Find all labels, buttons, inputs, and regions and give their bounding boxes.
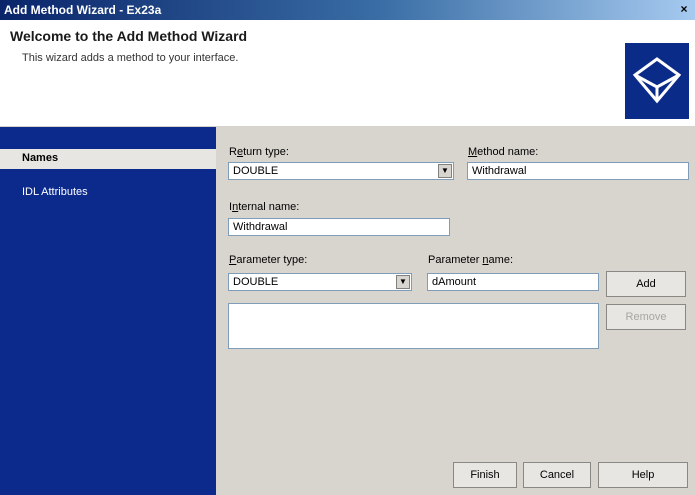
cube-wireframe-icon [625, 43, 689, 119]
parameter-type-combo[interactable]: DOUBLE ▼ [228, 273, 412, 291]
sidebar-item-label: IDL Attributes [22, 186, 88, 198]
return-type-combo[interactable]: DOUBLE ▼ [228, 162, 454, 180]
sidebar-item-label: Names [22, 152, 59, 164]
close-icon[interactable]: × [677, 2, 691, 16]
page-title: Welcome to the Add Method Wizard [10, 28, 248, 44]
help-button[interactable]: Help [598, 462, 688, 488]
chevron-down-icon[interactable]: ▼ [438, 164, 452, 178]
window-title: Add Method Wizard - Ex23a [4, 3, 162, 17]
parameter-name-value: dAmount [432, 276, 477, 288]
wizard-header: Welcome to the Add Method Wizard This wi… [0, 20, 695, 127]
method-name-label: Method name: [468, 146, 539, 158]
add-button[interactable]: Add [606, 271, 686, 297]
parameter-name-input[interactable]: dAmount [427, 273, 599, 291]
title-bar: Add Method Wizard - Ex23a × [0, 0, 695, 20]
internal-name-value: Withdrawal [233, 221, 288, 233]
parameter-list[interactable] [228, 303, 599, 349]
return-type-value: DOUBLE [233, 165, 279, 177]
cancel-button[interactable]: Cancel [523, 462, 591, 488]
wizard-sidebar: Names IDL Attributes [0, 127, 216, 495]
wizard-panel: Return type: DOUBLE ▼ Method name: Withd… [216, 127, 695, 495]
return-type-label: Return type: [229, 146, 289, 158]
page-subtitle: This wizard adds a method to your interf… [22, 52, 239, 64]
finish-button[interactable]: Finish [453, 462, 517, 488]
method-name-input[interactable]: Withdrawal [467, 162, 689, 180]
parameter-type-value: DOUBLE [233, 276, 279, 288]
method-name-value: Withdrawal [472, 165, 527, 177]
parameter-name-label: Parameter name: [428, 254, 514, 266]
internal-name-input[interactable]: Withdrawal [228, 218, 450, 236]
sidebar-item-idl-attributes[interactable]: IDL Attributes [0, 183, 216, 203]
remove-button[interactable]: Remove [606, 304, 686, 330]
parameter-type-label: Parameter type: [229, 254, 308, 266]
chevron-down-icon[interactable]: ▼ [396, 275, 410, 289]
internal-name-label: Internal name: [229, 201, 300, 213]
sidebar-item-names[interactable]: Names [0, 149, 216, 169]
